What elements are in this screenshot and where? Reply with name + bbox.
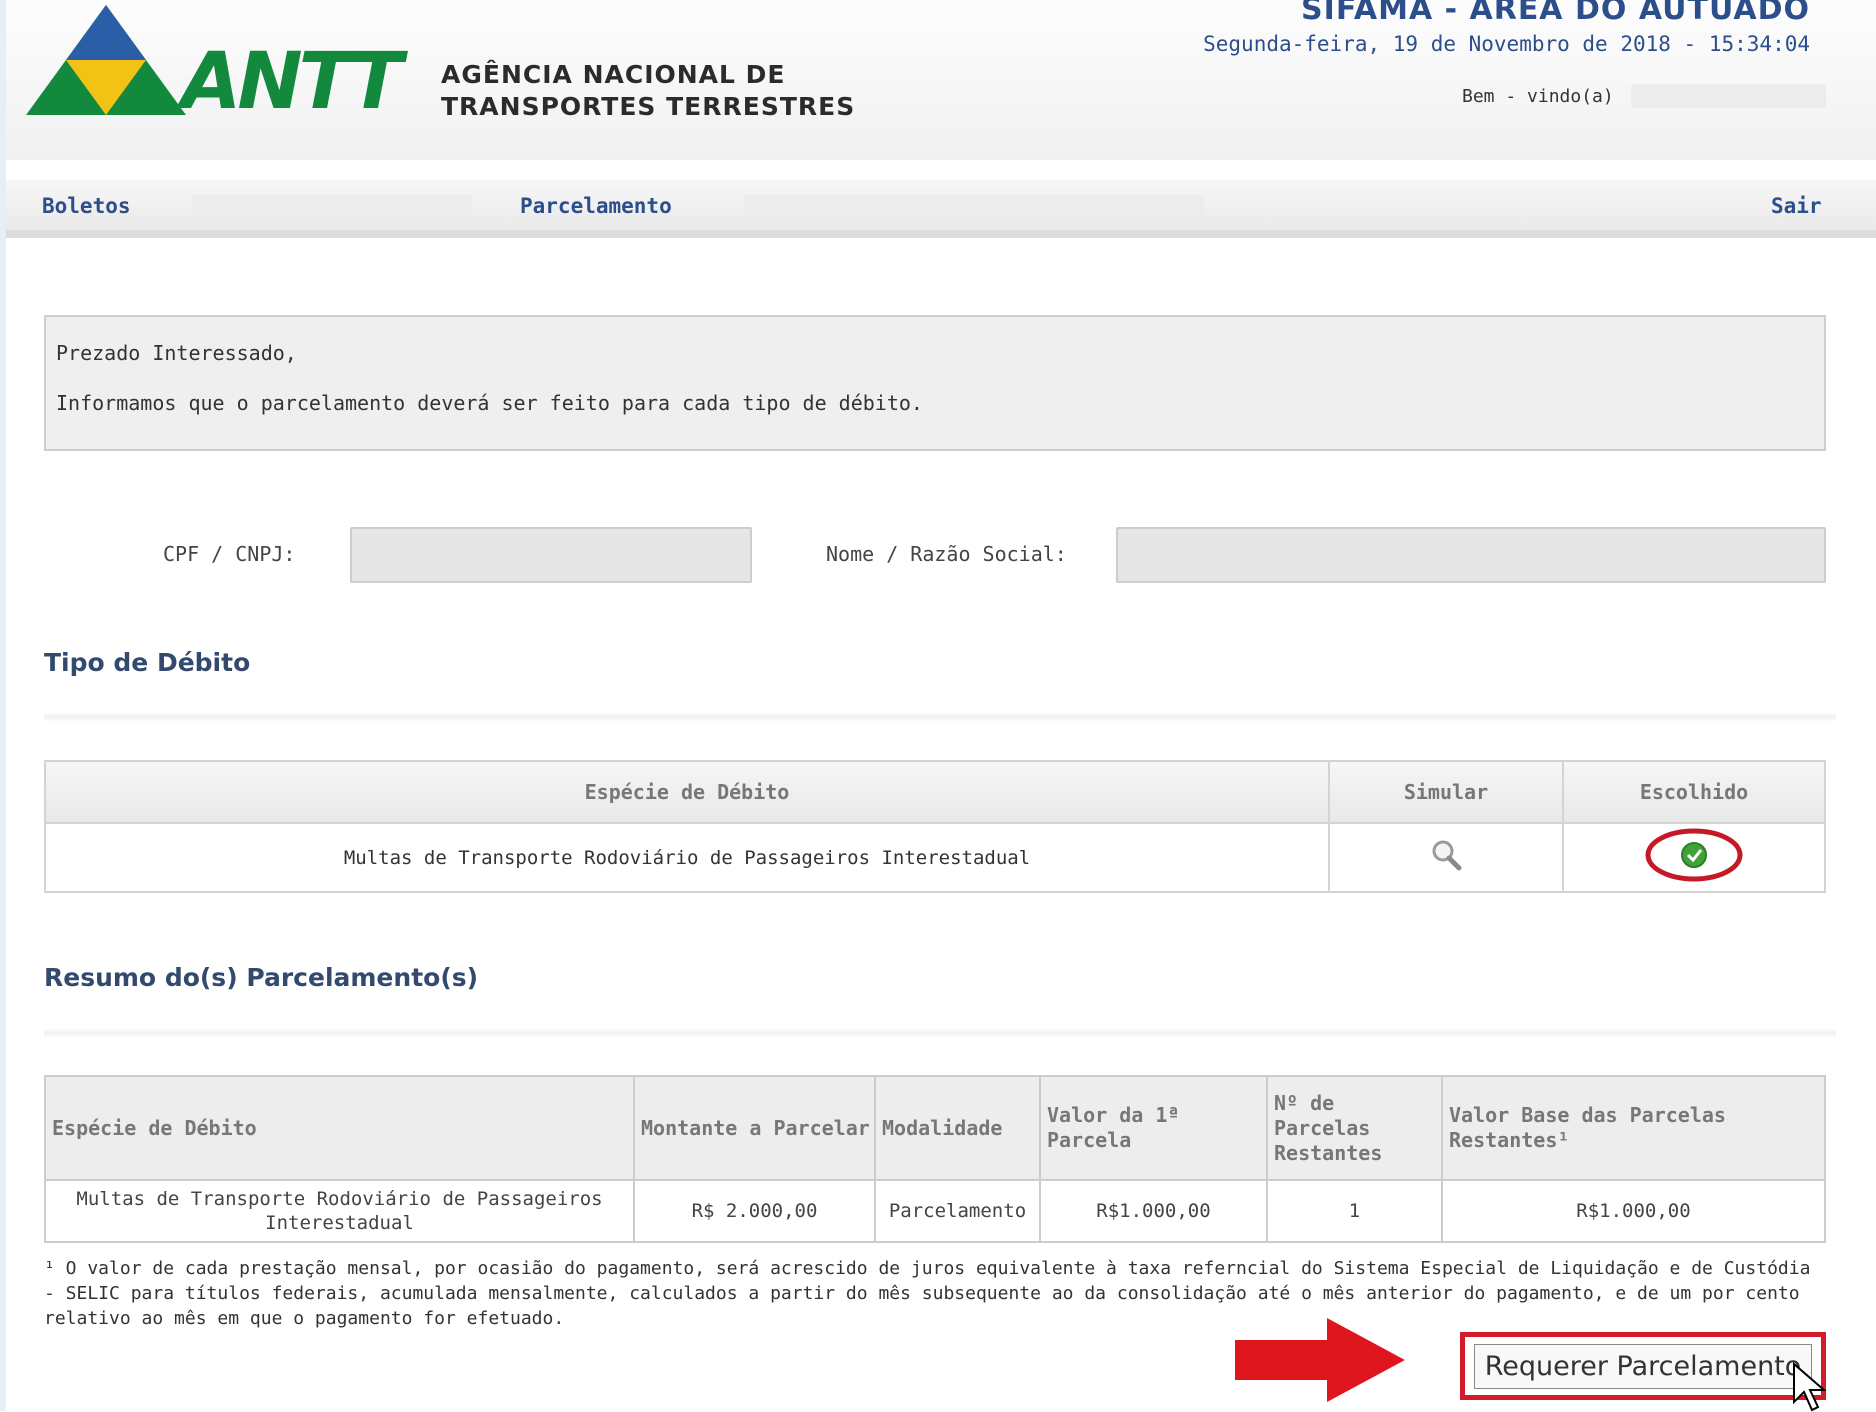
table-header-row: Espécie de Débito Simular Escolhido bbox=[44, 760, 1826, 824]
table-row[interactable]: Multas de Transporte Rodoviário de Passa… bbox=[44, 822, 1826, 893]
col-valor-primeira: Valor da 1ª Parcela bbox=[1039, 1075, 1268, 1181]
notice-greeting: Prezado Interessado, bbox=[56, 341, 297, 365]
col-montante: Montante a Parcelar bbox=[633, 1075, 876, 1181]
cpf-field[interactable] bbox=[350, 527, 752, 583]
agency-name-line1: AGÊNCIA NACIONAL DE bbox=[441, 60, 786, 89]
notice-box: Prezado Interessado, Informamos que o pa… bbox=[44, 315, 1826, 451]
section-title-resumo: Resumo do(s) Parcelamento(s) bbox=[44, 963, 479, 992]
cell-especie: Multas de Transporte Rodoviário de Passa… bbox=[44, 1179, 635, 1243]
logo-text: ANTT bbox=[181, 37, 403, 127]
mouse-cursor-icon bbox=[1793, 1362, 1827, 1412]
nav-sair[interactable]: Sair bbox=[1771, 194, 1822, 218]
table-header-row: Espécie de Débito Montante a Parcelar Mo… bbox=[44, 1075, 1826, 1181]
cpf-label: CPF / CNPJ: bbox=[163, 542, 296, 566]
nav-item-redacted[interactable] bbox=[744, 195, 1204, 217]
antt-logo-icon bbox=[26, 5, 186, 115]
col-num-parcelas: Nº de Parcelas Restantes bbox=[1266, 1075, 1443, 1181]
simular-cell[interactable] bbox=[1328, 822, 1564, 893]
cell-valor-base: R$1.000,00 bbox=[1441, 1179, 1826, 1243]
selected-check-icon[interactable] bbox=[1644, 825, 1744, 885]
agency-name-line2: TRANSPORTES TERRESTRES bbox=[441, 92, 856, 121]
footnote: ¹ O valor de cada prestação mensal, por … bbox=[44, 1258, 1811, 1329]
header: ANTT AGÊNCIA NACIONAL DE TRANSPORTES TER… bbox=[6, 0, 1876, 160]
cell-modalidade: Parcelamento bbox=[874, 1179, 1041, 1243]
col-especie: Espécie de Débito bbox=[44, 1075, 635, 1181]
escolhido-cell[interactable] bbox=[1562, 822, 1826, 893]
col-escolhido: Escolhido bbox=[1562, 760, 1826, 824]
col-modalidade: Modalidade bbox=[874, 1075, 1041, 1181]
nome-field[interactable] bbox=[1116, 527, 1826, 583]
notice-message: Informamos que o parcelamento deverá ser… bbox=[56, 391, 923, 415]
tipo-debito-table: Espécie de Débito Simular Escolhido Mult… bbox=[44, 760, 1826, 893]
welcome-text: Bem - vindo(a) bbox=[1462, 86, 1614, 107]
table-row: Multas de Transporte Rodoviário de Passa… bbox=[44, 1179, 1826, 1243]
cell-especie: Multas de Transporte Rodoviário de Passa… bbox=[44, 822, 1330, 893]
user-name-redacted bbox=[1631, 84, 1826, 108]
col-valor-base: Valor Base das Parcelas Restantes¹ bbox=[1441, 1075, 1826, 1181]
divider bbox=[44, 712, 1836, 722]
section-title-tipo-debito: Tipo de Débito bbox=[44, 648, 251, 677]
col-simular: Simular bbox=[1328, 760, 1564, 824]
nav-item-redacted[interactable] bbox=[192, 195, 472, 217]
divider bbox=[44, 1028, 1836, 1038]
nav-parcelamento[interactable]: Parcelamento bbox=[520, 194, 672, 218]
requerer-parcelamento-label: Requerer Parcelamento bbox=[1473, 1343, 1813, 1389]
date-time: Segunda-feira, 19 de Novembro de 2018 - … bbox=[1203, 32, 1810, 56]
nav-boletos[interactable]: Boletos bbox=[42, 194, 131, 218]
resumo-table: Espécie de Débito Montante a Parcelar Mo… bbox=[44, 1075, 1826, 1243]
requerer-parcelamento-button[interactable]: Requerer Parcelamento bbox=[1460, 1332, 1826, 1400]
nome-label: Nome / Razão Social: bbox=[826, 542, 1067, 566]
system-title: SIFAMA - ÁREA DO AUTUADO bbox=[1301, 0, 1810, 27]
magnifier-icon[interactable] bbox=[1429, 838, 1463, 872]
col-especie: Espécie de Débito bbox=[44, 760, 1330, 824]
red-arrow-icon bbox=[1235, 1318, 1405, 1402]
cell-num-parcelas: 1 bbox=[1266, 1179, 1443, 1243]
nav-bar: Boletos Parcelamento Sair bbox=[6, 180, 1876, 238]
cell-valor-primeira: R$1.000,00 bbox=[1039, 1179, 1268, 1243]
cell-montante: R$ 2.000,00 bbox=[633, 1179, 876, 1243]
